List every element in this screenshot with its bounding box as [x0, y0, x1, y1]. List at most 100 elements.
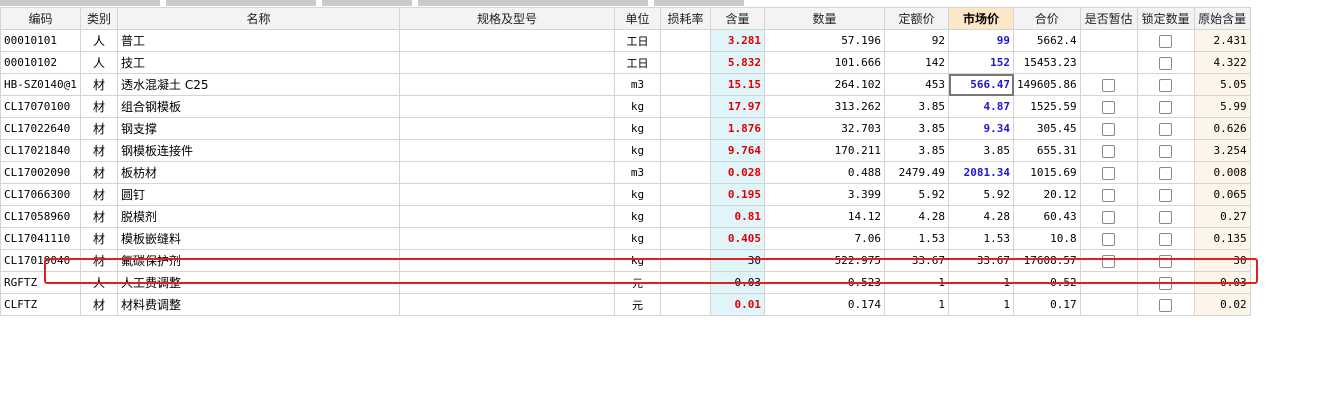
- cell-quantity[interactable]: 7.06: [764, 227, 885, 250]
- cell-orig-content[interactable]: 0.008: [1193, 161, 1251, 184]
- cell-loss[interactable]: [660, 271, 711, 294]
- cell-market-price[interactable]: 4.87: [948, 95, 1014, 118]
- cell-unit[interactable]: kg: [614, 227, 661, 250]
- cell-content[interactable]: 0.03: [710, 271, 765, 294]
- cell-spec[interactable]: [399, 139, 615, 162]
- table-row[interactable]: CL17066300 材圆钉 kg 0.195 3.399 5.92 5.92 20.12 0.…: [0, 183, 1251, 206]
- cell-total[interactable]: 305.45: [1013, 117, 1081, 140]
- cell-content[interactable]: 0.81: [710, 205, 765, 228]
- cell-total[interactable]: 5662.4: [1013, 29, 1081, 52]
- cell-total[interactable]: 149605.86: [1013, 73, 1081, 96]
- tab-segment[interactable]: [654, 0, 744, 6]
- cell-type[interactable]: 材: [80, 183, 118, 206]
- header-type[interactable]: 类别: [80, 7, 118, 30]
- table-row[interactable]: CL17041110 材模板嵌缝料 kg 0.405 7.06 1.53 1.53 10.8 0…: [0, 227, 1251, 250]
- header-name[interactable]: 名称: [117, 7, 400, 30]
- cell-quota-price[interactable]: 3.85: [884, 95, 949, 118]
- checkbox-icon[interactable]: [1159, 188, 1173, 202]
- cell-content[interactable]: 15.15: [710, 73, 765, 96]
- table-row[interactable]: CL17002090 材板枋材 m3 0.028 0.488 2479.49 2081.34…: [0, 161, 1251, 184]
- cell-orig-content[interactable]: 0.065: [1193, 183, 1251, 206]
- cell-code[interactable]: 00010101: [0, 29, 81, 52]
- cell-spec[interactable]: [399, 29, 615, 52]
- cell-quota-price[interactable]: 4.28: [884, 205, 949, 228]
- cell-content[interactable]: 3.281: [710, 29, 765, 52]
- table-row-highlighted[interactable]: CL17019040 材氟碳保护剂 kg 30 522.975 33.67 33.67 176…: [0, 249, 1251, 272]
- cell-spec[interactable]: [399, 117, 615, 140]
- cell-content[interactable]: 0.028: [710, 161, 765, 184]
- cell-orig-content[interactable]: 0.02: [1193, 293, 1251, 316]
- header-spec[interactable]: 规格及型号: [399, 7, 615, 30]
- cell-total[interactable]: 15453.23: [1013, 51, 1081, 74]
- cell-spec[interactable]: [399, 293, 615, 316]
- cell-unit[interactable]: kg: [614, 183, 661, 206]
- cell-loss[interactable]: [660, 293, 711, 316]
- cell-quota-price[interactable]: 33.67: [884, 249, 949, 272]
- tab-segment[interactable]: [166, 0, 316, 6]
- checkbox-icon[interactable]: [1159, 210, 1173, 224]
- cell-type[interactable]: 人: [80, 51, 118, 74]
- header-lock-qty[interactable]: 锁定数量: [1136, 7, 1195, 30]
- cell-name[interactable]: 技工: [117, 51, 400, 74]
- cell-type[interactable]: 材: [80, 205, 118, 228]
- cell-loss[interactable]: [660, 161, 711, 184]
- table-row[interactable]: HB-SZ0140@1 材透水混凝土 C25 m3 15.15 264.102 453 56…: [0, 73, 1251, 96]
- cell-unit[interactable]: m3: [614, 73, 661, 96]
- table-row[interactable]: CL17058960 材脱模剂 kg 0.81 14.12 4.28 4.28 60.43 0.…: [0, 205, 1251, 228]
- cell-unit[interactable]: 元: [614, 293, 661, 316]
- cell-code[interactable]: CL17022640: [0, 117, 81, 140]
- cell-content[interactable]: 0.405: [710, 227, 765, 250]
- cell-orig-content[interactable]: 2.431: [1193, 29, 1251, 52]
- cell-loss[interactable]: [660, 73, 711, 96]
- cell-spec[interactable]: [399, 95, 615, 118]
- cell-name[interactable]: 板枋材: [117, 161, 400, 184]
- cell-quantity[interactable]: 14.12: [764, 205, 885, 228]
- cell-orig-content[interactable]: 0.27: [1193, 205, 1251, 228]
- cell-quantity[interactable]: 101.666: [764, 51, 885, 74]
- cell-content[interactable]: 1.876: [710, 117, 765, 140]
- cell-market-price[interactable]: 2081.34: [948, 161, 1014, 184]
- checkbox-icon[interactable]: [1159, 100, 1173, 114]
- checkbox-icon[interactable]: [1159, 122, 1173, 136]
- cell-loss[interactable]: [660, 29, 711, 52]
- cell-unit[interactable]: 元: [614, 271, 661, 294]
- header-total[interactable]: 合价: [1013, 7, 1081, 30]
- tab-segment[interactable]: [322, 0, 412, 6]
- header-content[interactable]: 含量: [710, 7, 765, 30]
- cell-total[interactable]: 60.43: [1013, 205, 1081, 228]
- cell-name[interactable]: 人工费调整: [117, 271, 400, 294]
- cell-name[interactable]: 氟碳保护剂: [117, 249, 400, 272]
- cell-spec[interactable]: [399, 73, 615, 96]
- checkbox-icon[interactable]: [1159, 254, 1173, 268]
- header-orig-content[interactable]: 原始含量: [1193, 7, 1251, 30]
- checkbox-icon[interactable]: [1102, 254, 1116, 268]
- cell-market-price[interactable]: 4.28: [948, 205, 1014, 228]
- checkbox-icon[interactable]: [1159, 56, 1173, 70]
- checkbox-icon[interactable]: [1102, 100, 1116, 114]
- cell-spec[interactable]: [399, 161, 615, 184]
- cell-loss[interactable]: [660, 183, 711, 206]
- cell-name[interactable]: 模板嵌缝料: [117, 227, 400, 250]
- checkbox-icon[interactable]: [1159, 78, 1173, 92]
- cell-type[interactable]: 材: [80, 161, 118, 184]
- cell-unit[interactable]: kg: [614, 249, 661, 272]
- cell-code[interactable]: 00010102: [0, 51, 81, 74]
- table-row[interactable]: RGFTZ 人人工费调整元 0.03 0.523 1 1 0.52 0.03: [0, 271, 1251, 294]
- cell-total[interactable]: 10.8: [1013, 227, 1081, 250]
- cell-total[interactable]: 1015.69: [1013, 161, 1081, 184]
- cell-spec[interactable]: [399, 271, 615, 294]
- cell-quota-price[interactable]: 92: [884, 29, 949, 52]
- cell-total[interactable]: 0.52: [1013, 271, 1081, 294]
- cell-type[interactable]: 材: [80, 73, 118, 96]
- cell-spec[interactable]: [399, 249, 615, 272]
- cell-quota-price[interactable]: 142: [884, 51, 949, 74]
- cell-market-price[interactable]: 3.85: [948, 139, 1014, 162]
- cell-name[interactable]: 钢模板连接件: [117, 139, 400, 162]
- cell-unit[interactable]: m3: [614, 161, 661, 184]
- cell-orig-content[interactable]: 0.626: [1193, 117, 1251, 140]
- cell-market-price[interactable]: 566.47: [948, 73, 1014, 96]
- cell-unit[interactable]: 工日: [614, 51, 661, 74]
- header-market-price[interactable]: 市场价: [948, 7, 1014, 30]
- cell-orig-content[interactable]: 30: [1193, 249, 1251, 272]
- cell-quota-price[interactable]: 1: [884, 271, 949, 294]
